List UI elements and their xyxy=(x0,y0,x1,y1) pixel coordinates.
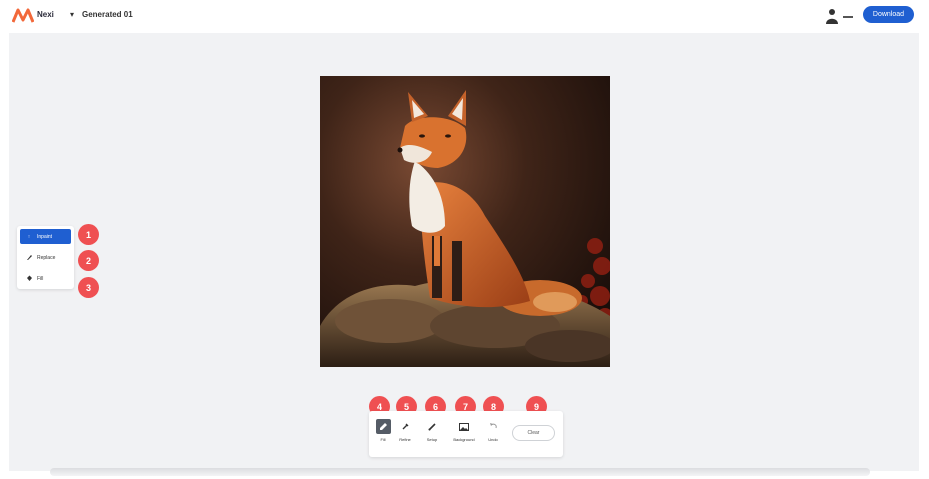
brush-icon xyxy=(24,254,34,261)
refine-icon xyxy=(398,419,413,434)
callout-badge-1: 1 xyxy=(78,224,99,245)
fill-button[interactable]: Fill xyxy=(20,271,71,286)
pen-icon xyxy=(425,419,440,434)
fox-image[interactable] xyxy=(320,76,610,367)
left-tool-panel: ↑ Inpaint Replace Fill xyxy=(17,226,74,289)
menu-dash-icon[interactable] xyxy=(843,16,853,18)
tool-refine-label: Refine xyxy=(399,437,411,442)
tool-undo[interactable]: Undo xyxy=(482,419,504,442)
tool-setup[interactable]: Setup xyxy=(421,419,443,442)
callout-badge-3: 3 xyxy=(78,277,99,298)
inpaint-label: Inpaint xyxy=(37,233,53,240)
user-icon[interactable] xyxy=(826,8,838,24)
callout-badge-2: 2 xyxy=(78,250,99,271)
tool-undo-label: Undo xyxy=(488,437,498,442)
tool-refine[interactable]: Refine xyxy=(394,419,416,442)
bottom-toolbar: Fill Refine Setup Background Undo Clear xyxy=(369,411,563,457)
inpaint-button[interactable]: ↑ Inpaint xyxy=(20,229,71,244)
fill-label: Fill xyxy=(37,275,44,282)
breadcrumb[interactable]: Generated 01 xyxy=(82,10,133,19)
replace-label: Replace xyxy=(37,254,56,261)
logo-text: Nexi xyxy=(37,10,54,19)
tool-fill-label: Fill xyxy=(380,437,386,442)
clear-button[interactable]: Clear xyxy=(512,425,555,441)
undo-icon xyxy=(486,419,501,434)
tool-fill[interactable]: Fill xyxy=(372,419,394,442)
replace-button[interactable]: Replace xyxy=(20,250,71,265)
download-button[interactable]: Download xyxy=(863,6,914,23)
bottom-scroll-shadow xyxy=(50,468,870,476)
top-bar: Nexi ▾ Generated 01 Download xyxy=(0,0,929,32)
bucket-icon xyxy=(24,275,34,282)
tool-background[interactable]: Background xyxy=(453,419,475,442)
pencil-icon xyxy=(375,419,391,434)
tool-background-label: Background xyxy=(453,437,475,442)
image-icon xyxy=(457,419,472,434)
logo-icon[interactable] xyxy=(12,8,34,24)
arrow-icon: ↑ xyxy=(27,233,31,240)
tool-setup-label: Setup xyxy=(426,437,438,442)
chevron-down-icon[interactable]: ▾ xyxy=(70,10,74,19)
